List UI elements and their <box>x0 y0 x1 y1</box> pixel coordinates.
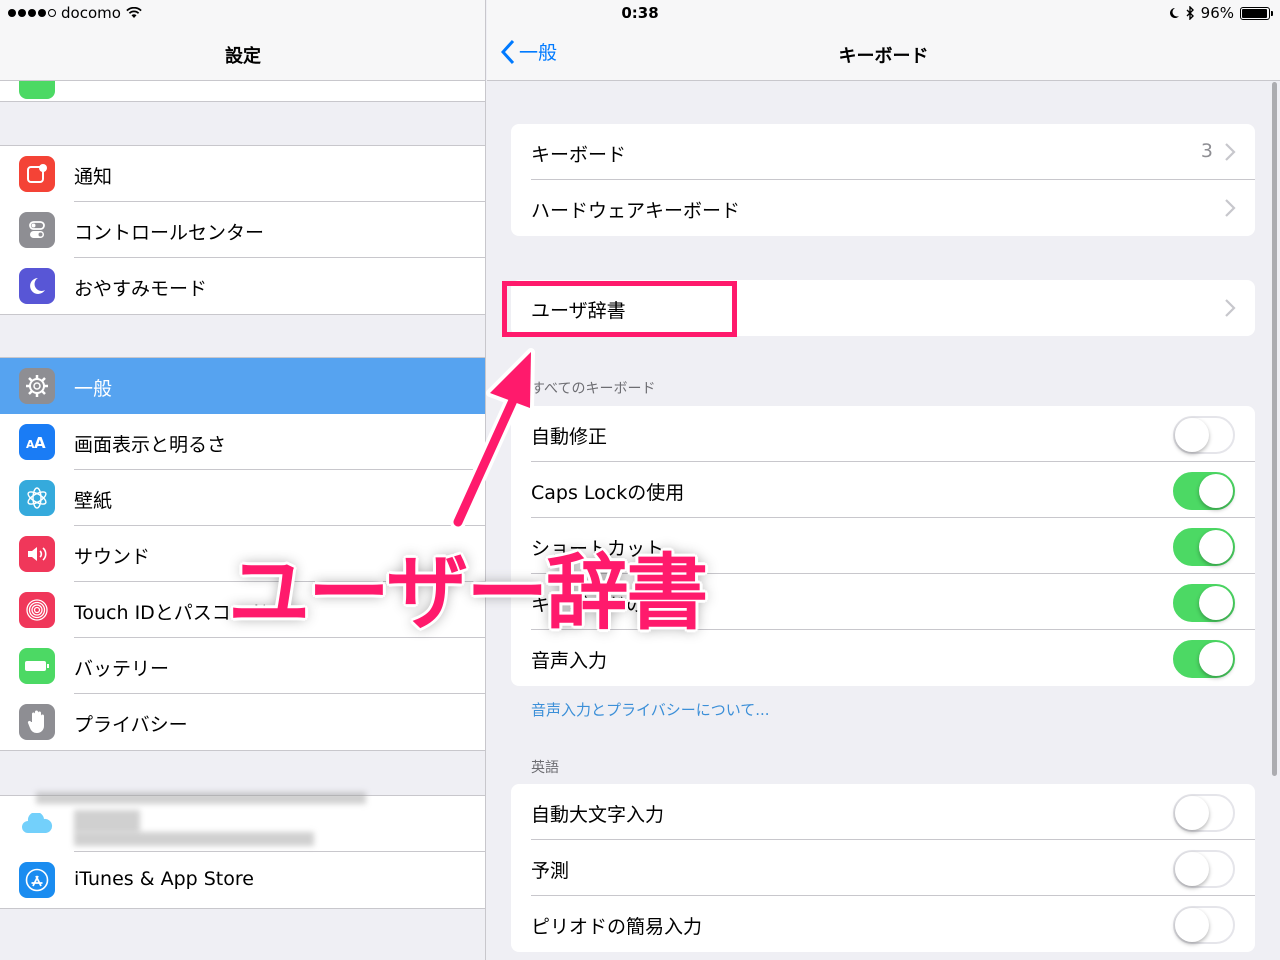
sidebar-item-label: 一般 <box>74 378 113 400</box>
hand-icon <box>19 704 55 740</box>
section-header-all-keyboards: すべてのキーボード <box>531 381 656 397</box>
sidebar-item-label: 壁紙 <box>74 490 113 512</box>
row-label: 音声入力 <box>531 650 608 672</box>
sidebar-item-label: プライバシー <box>74 714 188 736</box>
sidebar-title: 設定 <box>225 46 261 67</box>
predictive-row: 予測 <box>511 840 1255 896</box>
speaker-icon <box>19 536 55 572</box>
display-icon: AA <box>19 424 55 460</box>
section-header-english: 英語 <box>531 760 559 776</box>
control-center-icon <box>19 212 55 248</box>
page-title: キーボード <box>838 46 929 67</box>
status-right: 96% <box>1168 4 1273 22</box>
partial-carrier-row[interactable] <box>0 69 485 102</box>
settings-sidebar: 設定 通知 コントロールセンター おやすみモード 一般 A A 画面表示と明るさ… <box>0 0 486 960</box>
sidebar-item-label: サウンド <box>74 546 151 568</box>
battery-status-icon <box>1240 6 1273 20</box>
sidebar-item-label: バッテリー <box>74 658 170 680</box>
shortcuts-toggle[interactable] <box>1173 528 1235 566</box>
auto-correction-toggle[interactable] <box>1173 416 1235 454</box>
annotation-label: ユーザー辞書 <box>228 546 708 641</box>
sidebar-item-do-not-disturb[interactable]: おやすみモード <box>0 258 485 314</box>
moon-icon <box>19 268 55 304</box>
sidebar-item-privacy[interactable]: プライバシー <box>0 694 485 750</box>
sidebar-item-battery[interactable]: バッテリー <box>0 638 485 694</box>
english-group: 自動大文字入力 予測 ピリオドの簡易入力 <box>511 784 1255 952</box>
sidebar-item-label: コントロールセンター <box>74 222 265 244</box>
sidebar-item-label: iTunes & App Store <box>74 868 254 890</box>
moon-status-icon <box>1169 8 1179 18</box>
row-label: キーボード <box>531 144 627 166</box>
gear-icon <box>19 368 55 404</box>
battery-icon <box>19 648 55 684</box>
dictation-privacy-link[interactable]: 音声入力とプライバシーについて... <box>531 699 770 720</box>
sidebar-item-label: おやすみモード <box>74 278 208 300</box>
sidebar-item-notifications[interactable]: 通知 <box>0 146 485 202</box>
sidebar-item-general[interactable]: 一般 <box>0 358 485 414</box>
icloud-icon <box>19 806 55 842</box>
dictation-toggle[interactable] <box>1173 640 1235 678</box>
auto-correction-row: 自動修正 <box>511 406 1255 462</box>
auto-capitalization-toggle[interactable] <box>1173 794 1235 832</box>
keyboards-group: キーボード 3 ハードウェアキーボード <box>511 124 1255 236</box>
chevron-right-icon <box>1225 299 1236 317</box>
bluetooth-icon <box>1186 6 1194 20</box>
predictive-toggle[interactable] <box>1173 850 1235 888</box>
chevron-right-icon <box>1225 143 1236 161</box>
sidebar-item-label: 通知 <box>74 166 113 188</box>
blurred-account-name <box>74 810 140 832</box>
caps-lock-row: Caps Lockの使用 <box>511 462 1255 518</box>
sidebar-item-display[interactable]: AA 画面表示と明るさ <box>0 414 485 470</box>
sidebar-item-label: 画面表示と明るさ <box>74 434 227 456</box>
row-label: 予測 <box>531 860 570 882</box>
sidebar-item-wallpaper[interactable]: 壁紙 <box>0 470 485 526</box>
keyboards-row[interactable]: キーボード 3 <box>511 124 1255 180</box>
svg-text:A: A <box>34 434 46 450</box>
keyboard-settings-pane: 一般 キーボード キーボード 3 ハードウェアキーボード ユーザ辞書 すべてのキ… <box>487 0 1280 960</box>
sidebar-item-icloud[interactable] <box>0 792 485 852</box>
scrollbar[interactable] <box>1272 82 1277 776</box>
notifications-icon <box>19 156 55 192</box>
period-shortcut-row: ピリオドの簡易入力 <box>511 896 1255 952</box>
row-label: Caps Lockの使用 <box>531 482 685 504</box>
app-store-icon <box>19 862 55 898</box>
period-shortcut-toggle[interactable] <box>1173 906 1235 944</box>
row-label: ハードウェアキーボード <box>531 200 741 222</box>
fingerprint-icon <box>19 592 55 628</box>
row-label: 自動大文字入力 <box>531 804 665 826</box>
blurred-account-email <box>74 832 314 846</box>
status-bar: docomo 0:38 96% <box>0 0 1280 26</box>
auto-capitalization-row: 自動大文字入力 <box>511 784 1255 840</box>
chevron-right-icon <box>1225 199 1236 217</box>
sidebar-item-itunes-app-store[interactable]: iTunes & App Store <box>0 852 485 908</box>
hardware-keyboard-row[interactable]: ハードウェアキーボード <box>511 180 1255 236</box>
status-time: 0:38 <box>621 4 659 22</box>
caps-lock-toggle[interactable] <box>1173 472 1235 510</box>
sidebar-group-1: 通知 コントロールセンター おやすみモード <box>0 145 485 315</box>
annotation-highlight-box <box>502 281 737 337</box>
sidebar-item-control-center[interactable]: コントロールセンター <box>0 202 485 258</box>
keyboard-count: 3 <box>1200 140 1213 162</box>
blurred-account-name <box>36 792 366 804</box>
row-label: 自動修正 <box>531 426 608 448</box>
wallpaper-icon <box>19 480 55 516</box>
battery-percent: 96% <box>1200 4 1234 22</box>
keyboard-display-toggle[interactable] <box>1173 584 1235 622</box>
sidebar-group-3: iTunes & App Store <box>0 792 485 909</box>
row-label: ピリオドの簡易入力 <box>531 916 703 938</box>
